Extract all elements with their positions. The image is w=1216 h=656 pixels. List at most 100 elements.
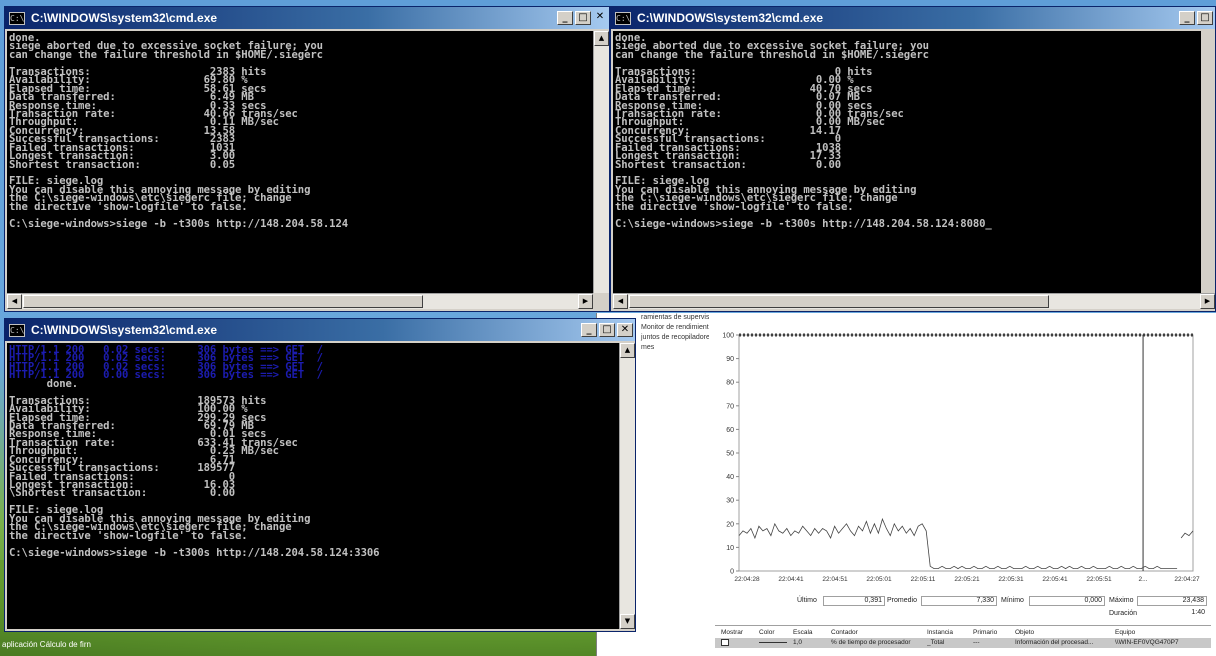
scroll-left-arrow[interactable]: ◀ — [7, 294, 22, 309]
minimo-value: 0,000 — [1029, 596, 1105, 606]
console-line: done. — [9, 377, 79, 390]
scroll-up-arrow[interactable]: ▲ — [594, 31, 609, 46]
maximize-button[interactable]: □ — [599, 323, 615, 337]
x-tick-label: 22:05:01 — [866, 576, 892, 583]
window-title: C:\WINDOWS\system32\cmd.exe — [31, 323, 218, 337]
tree-item[interactable]: juntos de recopiladore — [641, 333, 709, 343]
scroll-up-arrow[interactable]: ▲ — [620, 343, 635, 358]
cell-instancia: _Total — [927, 639, 945, 646]
show-checkbox[interactable] — [721, 639, 729, 646]
cmd-icon: C:\ — [9, 11, 25, 25]
color-swatch — [759, 642, 787, 643]
minimo-label: Mínimo — [1001, 597, 1024, 604]
cell-contador: % de tiempo de procesador — [831, 639, 911, 646]
x-tick-label: 22:04:27 — [1174, 576, 1200, 583]
cmd-window-3[interactable]: C:\ C:\WINDOWS\system32\cmd.exe _ □ ✕ HT… — [4, 318, 636, 632]
tree-item[interactable]: mes — [641, 343, 709, 353]
cmd-icon: C:\ — [9, 323, 25, 337]
y-tick-label: 50 — [726, 451, 734, 458]
stats-bar: Último 0,391 Promedio 7,330 Mínimo 0,000… — [715, 591, 1211, 621]
legend-row[interactable]: 1,0 % de tiempo de procesador _Total ---… — [715, 638, 1211, 648]
title-bar[interactable]: C:\ C:\WINDOWS\system32\cmd.exe _ □ — [611, 7, 1215, 29]
x-tick-label: 22:05:21 — [954, 576, 980, 583]
x-tick-label: 22:05:41 — [1042, 576, 1068, 583]
y-tick-label: 70 — [726, 403, 734, 410]
ultimo-label: Último — [797, 597, 817, 604]
duracion-value: 1:40 — [1147, 609, 1207, 619]
minimize-button[interactable]: _ — [557, 11, 573, 25]
vertical-scrollbar[interactable]: ▲ ▼ — [619, 343, 635, 629]
col-contador[interactable]: Contador — [831, 629, 858, 636]
console-line: \Shortest transaction: 0.00 — [9, 487, 236, 500]
col-instancia[interactable]: Instancia — [927, 629, 953, 636]
scroll-thumb[interactable] — [629, 295, 1049, 308]
y-tick-label: 80 — [726, 380, 734, 387]
console-line: can change the failure threshold in $HOM… — [9, 48, 323, 61]
scroll-right-arrow[interactable]: ▶ — [578, 294, 593, 309]
legend-header: Mostrar Color Escala Contador Instancia … — [715, 628, 1211, 638]
cmd-window-2[interactable]: C:\ C:\WINDOWS\system32\cmd.exe _ □ done… — [610, 6, 1216, 312]
ultimo-value: 0,391 — [823, 596, 885, 606]
title-bar[interactable]: C:\ C:\WINDOWS\system32\cmd.exe _ □ ✕ — [5, 319, 635, 341]
console-line: the directive 'show-logfile' to false. — [9, 529, 248, 542]
console-output[interactable]: done. siege aborted due to excessive sock… — [7, 31, 593, 293]
close-button[interactable]: ✕ — [593, 11, 607, 25]
console-line: the directive 'show-logfile' to false. — [615, 200, 854, 213]
console-output[interactable]: HTTP/1.1 200 0.02 secs: 306 bytes ==> GE… — [7, 343, 619, 629]
col-equipo[interactable]: Equipo — [1115, 629, 1135, 636]
minimize-button[interactable]: _ — [581, 323, 597, 337]
horizontal-scrollbar[interactable]: ◀ ▶ — [613, 293, 1215, 309]
minimize-button[interactable]: _ — [1179, 11, 1195, 25]
scroll-right-arrow[interactable]: ▶ — [1200, 294, 1215, 309]
console-line: C:\siege-windows>siege -b -t300s http://… — [615, 217, 992, 230]
console-output[interactable]: done. siege aborted due to excessive sock… — [613, 31, 1201, 293]
cmd-icon: C:\ — [615, 11, 631, 25]
x-tick-label: 22:04:28 — [734, 576, 760, 583]
line-chart[interactable]: 100 90 80 70 60 50 40 30 20 10 0 22:04:28 22:04:41 22… — [715, 319, 1211, 607]
console-line: HTTP/1.1 200 0.00 secs: 306 bytes ==> GE… — [9, 369, 323, 382]
desktop-text: aplicación Cálculo de firn — [2, 640, 91, 649]
y-tick-label: 40 — [726, 474, 734, 481]
x-tick-label: 22:05:31 — [998, 576, 1024, 583]
console-line: the directive 'show-logfile' to false. — [9, 200, 248, 213]
maximo-label: Máximo — [1109, 597, 1134, 604]
col-escala[interactable]: Escala — [793, 629, 813, 636]
col-color[interactable]: Color — [759, 629, 775, 636]
chart-svg: 100908070605040302010022:04:28 22:04:41 22… — [722, 333, 1200, 584]
promedio-label: Promedio — [887, 597, 917, 604]
plot-area — [738, 334, 1194, 572]
y-tick-label: 20 — [726, 521, 734, 528]
y-tick-label: 90 — [726, 356, 734, 363]
y-tick-label: 0 — [730, 569, 734, 576]
title-bar[interactable]: C:\ C:\WINDOWS\system32\cmd.exe _ □ ✕ — [5, 7, 609, 29]
cell-equipo: \\WIN-EF0VQG470P7 — [1115, 639, 1179, 646]
x-tick-label: 22:04:41 — [778, 576, 804, 583]
maximize-button[interactable]: □ — [575, 11, 591, 25]
x-tick-label: 22:05:11 — [911, 576, 936, 583]
window-title: C:\WINDOWS\system32\cmd.exe — [637, 11, 824, 25]
y-tick-label: 60 — [726, 427, 734, 434]
counter-legend[interactable]: Mostrar Color Escala Contador Instancia … — [715, 625, 1211, 656]
console-line: can change the failure threshold in $HOM… — [615, 48, 929, 61]
performance-monitor[interactable]: ramientas de supervisió Monitor de rendi… — [596, 313, 1216, 656]
close-button[interactable]: ✕ — [617, 323, 633, 337]
col-primario[interactable]: Primario — [973, 629, 997, 636]
console-line: Shortest transaction: 0.00 — [615, 158, 842, 171]
col-objeto[interactable]: Objeto — [1015, 629, 1034, 636]
cmd-window-1[interactable]: C:\ C:\WINDOWS\system32\cmd.exe _ □ ✕ do… — [4, 6, 610, 312]
maximize-button[interactable]: □ — [1197, 11, 1213, 25]
cell-objeto: Información del procesad... — [1015, 639, 1094, 646]
y-tick-label: 100 — [722, 333, 734, 340]
console-line: C:\siege-windows>siege -b -t300s http://… — [9, 217, 349, 230]
col-mostrar[interactable]: Mostrar — [721, 629, 743, 636]
window-title: C:\WINDOWS\system32\cmd.exe — [31, 11, 218, 25]
tree-item[interactable]: Monitor de rendimiento — [641, 323, 709, 333]
scroll-left-arrow[interactable]: ◀ — [613, 294, 628, 309]
scroll-thumb[interactable] — [23, 295, 423, 308]
console-line: Shortest transaction: 0.05 — [9, 158, 236, 171]
tree-item[interactable]: ramientas de supervisió — [641, 313, 709, 323]
console-line: C:\siege-windows>siege -b -t300s http://… — [9, 546, 380, 559]
scroll-down-arrow[interactable]: ▼ — [620, 614, 635, 629]
horizontal-scrollbar[interactable]: ◀ ▶ — [7, 293, 593, 309]
vertical-scrollbar[interactable]: ▲ — [593, 31, 609, 293]
